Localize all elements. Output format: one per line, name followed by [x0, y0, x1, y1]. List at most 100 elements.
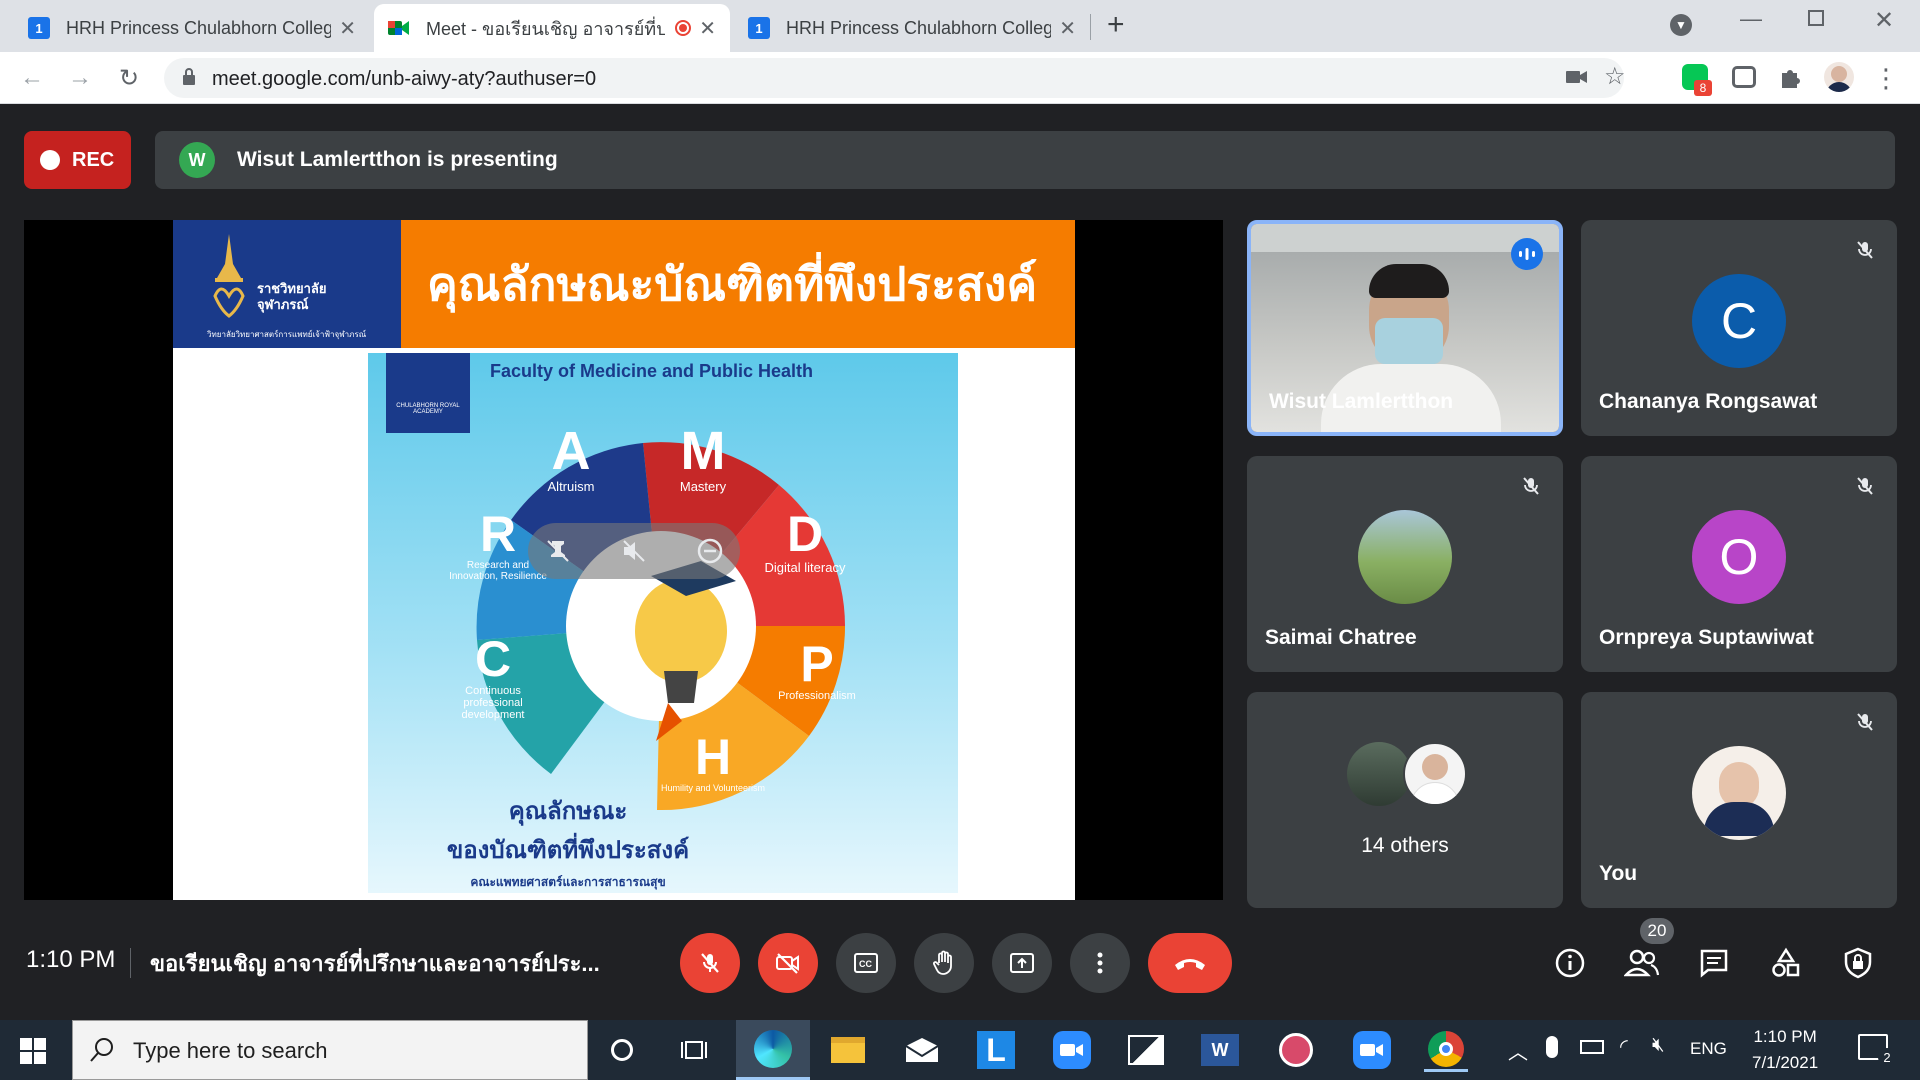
zoom-app-icon[interactable] — [1050, 1028, 1094, 1072]
presentation-stage[interactable]: ราชวิทยาลัย จุฬาภรณ์ วิทยาลัยวิทยาศาสตร์… — [24, 220, 1223, 900]
line-extension-icon[interactable]: 8 — [1682, 64, 1712, 96]
presenting-banner: W Wisut Lamlertthon is presenting — [155, 131, 1895, 189]
participant-name: You — [1599, 862, 1638, 885]
raise-hand-button[interactable] — [914, 933, 974, 993]
bookmark-star-icon[interactable]: ☆ — [1604, 62, 1626, 91]
file-explorer-icon[interactable] — [826, 1028, 870, 1072]
participant-name: Saimai Chatree — [1265, 626, 1417, 649]
leave-call-button[interactable] — [1148, 933, 1232, 993]
cast-extension-icon[interactable] — [1732, 66, 1756, 88]
cortana-icon[interactable] — [600, 1028, 644, 1072]
participant-name: Wisut Lamlertthon — [1269, 390, 1454, 413]
people-icon[interactable] — [1622, 943, 1662, 983]
minimize-icon[interactable]: — — [1740, 6, 1762, 32]
tray-chevron-icon[interactable]: ︿ — [1508, 1036, 1528, 1065]
slide: ราชวิทยาลัย จุฬาภรณ์ วิทยาลัยวิทยาศาสตร์… — [173, 220, 1075, 900]
camera-icon[interactable] — [1566, 68, 1588, 91]
microphone-tray-icon[interactable] — [1546, 1036, 1558, 1058]
zoom-meetings-icon[interactable] — [1350, 1028, 1394, 1072]
snipping-tool-icon[interactable] — [1274, 1028, 1318, 1072]
unpin-icon[interactable] — [542, 535, 574, 567]
notification-center-icon[interactable]: 2 — [1858, 1034, 1896, 1066]
more-options-button[interactable] — [1070, 933, 1130, 993]
mail-icon[interactable] — [900, 1028, 944, 1072]
segment-label: Digital literacy — [764, 560, 846, 575]
activities-icon[interactable] — [1766, 943, 1806, 983]
participant-tile-ornpreya[interactable]: O Ornpreya Suptawiwat — [1581, 456, 1897, 672]
participant-name: Chananya Rongsawat — [1599, 390, 1818, 413]
segment-label: Continuous professional development — [461, 685, 525, 721]
tab-search-icon[interactable]: ▼ — [1670, 14, 1692, 36]
college-emblem-icon — [213, 234, 245, 318]
participant-tile-you[interactable]: You — [1581, 692, 1897, 908]
extensions-puzzle-icon[interactable] — [1776, 64, 1804, 92]
taskbar-search-box[interactable]: Type here to search — [72, 1020, 588, 1080]
profile-avatar[interactable] — [1824, 62, 1854, 92]
presenter-avatar: W — [179, 142, 215, 178]
muted-mic-icon — [1849, 706, 1881, 738]
word-app-icon[interactable]: W — [1198, 1028, 1242, 1072]
mic-off-button[interactable] — [680, 933, 740, 993]
participant-tile-saimai[interactable]: Saimai Chatree — [1247, 456, 1563, 672]
search-icon — [90, 1038, 113, 1062]
hang-up-icon — [1175, 959, 1205, 970]
close-icon[interactable]: ✕ — [699, 16, 716, 41]
task-view-icon[interactable] — [672, 1028, 716, 1072]
captions-icon: CC — [854, 953, 878, 973]
windows-start-icon[interactable] — [20, 1038, 46, 1069]
camera-off-icon — [776, 953, 799, 974]
close-icon[interactable]: ✕ — [339, 16, 356, 41]
participant-tile-wisut[interactable]: Wisut Lamlertthon — [1247, 220, 1563, 436]
browser-tab-3[interactable]: 1 HRH Princess Chulabhorn College ✕ — [734, 4, 1090, 52]
address-bar[interactable]: meet.google.com/unb-aiwy-aty?authuser=0 … — [164, 58, 1626, 98]
slide-logo-line2: จุฬาภรณ์ — [257, 297, 309, 312]
battery-icon[interactable] — [1580, 1040, 1604, 1054]
segment-h: H Humility and Volunteerism — [658, 731, 768, 793]
volume-muted-icon[interactable]: 🔇︎ — [1652, 1034, 1665, 1057]
participant-avatar: O — [1692, 510, 1786, 604]
captions-button[interactable]: CC — [836, 933, 896, 993]
photos-app-icon[interactable] — [1124, 1028, 1168, 1072]
browser-tab-2[interactable]: Meet - ขอเรียนเชิญ อาจารย์ที่ป ✕ — [374, 4, 730, 52]
browser-tab-1[interactable]: 1 HRH Princess Chulabhorn College ✕ — [14, 4, 370, 52]
tray-date: 7/1/2021 — [1752, 1053, 1819, 1072]
present-screen-icon — [1010, 953, 1034, 973]
mic-off-icon — [701, 953, 719, 973]
edge-taskbar-app[interactable] — [736, 1020, 810, 1080]
lock-icon — [182, 68, 196, 91]
url-text: meet.google.com/unb-aiwy-aty?authuser=0 — [212, 68, 597, 90]
close-icon[interactable]: ✕ — [1059, 16, 1076, 41]
muted-mic-icon — [1849, 470, 1881, 502]
chrome-taskbar-app[interactable] — [1424, 1028, 1468, 1072]
muted-mic-icon — [1849, 234, 1881, 266]
new-tab-icon[interactable]: + — [1107, 8, 1125, 42]
divider — [130, 948, 131, 978]
camera-off-button[interactable] — [758, 933, 818, 993]
segment-label: Altruism — [547, 479, 595, 494]
svg-text:CC: CC — [859, 959, 872, 969]
back-icon[interactable]: ← — [18, 64, 46, 92]
chat-icon[interactable] — [1694, 943, 1734, 983]
recording-indicator[interactable]: REC — [24, 131, 131, 189]
windows-taskbar: Type here to search L W ︿ ◜ 🔇︎ ENG 1:10 … — [0, 1020, 1920, 1080]
forward-icon[interactable]: → — [66, 64, 94, 92]
record-dot-icon — [40, 150, 60, 170]
mute-presentation-audio-icon[interactable] — [618, 535, 650, 567]
window-close-icon[interactable]: ✕ — [1874, 6, 1894, 35]
participant-tile-others[interactable]: 14 others — [1247, 692, 1563, 908]
segment-letter: D — [786, 506, 824, 562]
participant-avatar — [1403, 742, 1467, 806]
host-controls-icon[interactable] — [1838, 943, 1878, 983]
browser-menu-icon[interactable]: ⋮ — [1872, 63, 1900, 93]
tray-clock[interactable]: 1:10 PM 7/1/2021 — [1752, 1024, 1818, 1076]
meeting-details-icon[interactable] — [1550, 943, 1590, 983]
language-indicator[interactable]: ENG — [1690, 1039, 1727, 1059]
wifi-icon[interactable]: ◜ — [1620, 1034, 1628, 1059]
restore-icon[interactable] — [1808, 10, 1824, 26]
present-now-button[interactable] — [992, 933, 1052, 993]
calendar-icon: 1 — [748, 17, 770, 39]
remove-from-view-icon[interactable] — [694, 535, 726, 567]
participant-tile-chananya[interactable]: C Chananya Rongsawat — [1581, 220, 1897, 436]
line-app-icon[interactable]: L — [974, 1028, 1018, 1072]
reload-icon[interactable]: ↻ — [115, 64, 143, 92]
